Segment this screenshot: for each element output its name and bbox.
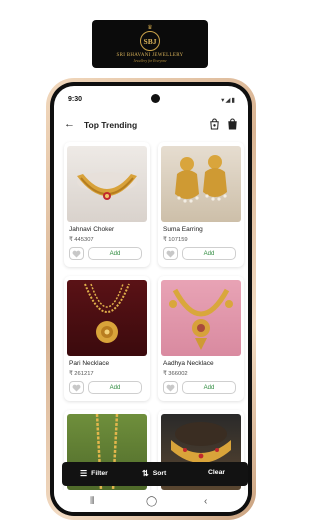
- filter-label: Filter: [91, 470, 108, 477]
- product-card[interactable]: Aadhya Necklace ₹ 366002 Add: [158, 276, 244, 401]
- wishlist-heart-icon[interactable]: [69, 381, 84, 394]
- add-button[interactable]: Add: [182, 381, 236, 394]
- product-image-earring: [161, 146, 241, 222]
- brand-logo: ♛ SBJ SRI BHAVANI JEWELLERY Jewellery fo…: [92, 20, 208, 68]
- status-icons: ▾◢▮: [221, 97, 236, 104]
- product-image-choker: [67, 146, 147, 222]
- logo-name: SRI BHAVANI JEWELLERY: [116, 53, 184, 58]
- product-name: Jahnavi Choker: [69, 226, 115, 233]
- back-icon[interactable]: ‹: [204, 496, 207, 507]
- product-price: ₹ 261217: [69, 371, 94, 377]
- phone-screen: 9:30 ▾◢▮ ← Top Trending Jahnavi Choker ₹…: [54, 86, 248, 512]
- sort-label: Sort: [152, 470, 167, 477]
- app-bar: ← Top Trending: [54, 116, 248, 136]
- add-button[interactable]: Add: [182, 247, 236, 260]
- camera-cutout: [151, 94, 160, 103]
- product-card[interactable]: Pari Necklace ₹ 261217 Add: [64, 276, 150, 401]
- product-card[interactable]: Suma Earring ₹ 107159 Add: [158, 142, 244, 267]
- wishlist-heart-icon[interactable]: [69, 247, 84, 260]
- product-image-pari-necklace: [67, 280, 147, 356]
- status-time: 9:30: [68, 96, 83, 103]
- logo-tagline: Jewellery for Everyone: [133, 59, 167, 63]
- filter-sort-bar: ☰ Filter ⇅ Sort Clear: [62, 462, 248, 486]
- product-price: ₹ 445307: [69, 237, 94, 243]
- clear-label: Clear: [208, 469, 226, 476]
- sort-arrows-icon: ⇅: [142, 469, 149, 478]
- phone-frame: 9:30 ▾◢▮ ← Top Trending Jahnavi Choker ₹…: [46, 78, 256, 520]
- filter-sliders-icon: ☰: [80, 469, 88, 478]
- wishlist-heart-icon[interactable]: [163, 381, 178, 394]
- sort-button[interactable]: ⇅ Sort: [142, 469, 166, 478]
- product-name: Pari Necklace: [69, 360, 110, 367]
- back-arrow-icon[interactable]: ←: [64, 118, 75, 130]
- system-nav-bar: ⦀ ◯ ‹: [54, 490, 248, 512]
- home-icon[interactable]: ◯: [146, 496, 157, 507]
- page-title: Top Trending: [84, 120, 138, 130]
- logo-monogram: SBJ: [140, 31, 160, 51]
- product-price: ₹ 107159: [163, 237, 188, 243]
- add-button[interactable]: Add: [88, 381, 142, 394]
- product-name: Aadhya Necklace: [163, 360, 214, 367]
- clear-button[interactable]: Clear: [208, 469, 225, 476]
- add-button[interactable]: Add: [88, 247, 142, 260]
- product-card[interactable]: Jahnavi Choker ₹ 445307 Add: [64, 142, 150, 267]
- filter-button[interactable]: ☰ Filter: [80, 469, 108, 478]
- recent-apps-icon[interactable]: ⦀: [90, 496, 94, 507]
- status-bar: 9:30 ▾◢▮: [54, 86, 248, 104]
- cart-bag-icon[interactable]: [227, 118, 238, 130]
- phone-bezel: 9:30 ▾◢▮ ← Top Trending Jahnavi Choker ₹…: [50, 82, 252, 516]
- shopping-bag-icon[interactable]: [209, 118, 220, 130]
- product-price: ₹ 366002: [163, 371, 188, 377]
- product-name: Suma Earring: [163, 226, 203, 233]
- product-image-aadhya-necklace: [161, 280, 241, 356]
- wishlist-heart-icon[interactable]: [163, 247, 178, 260]
